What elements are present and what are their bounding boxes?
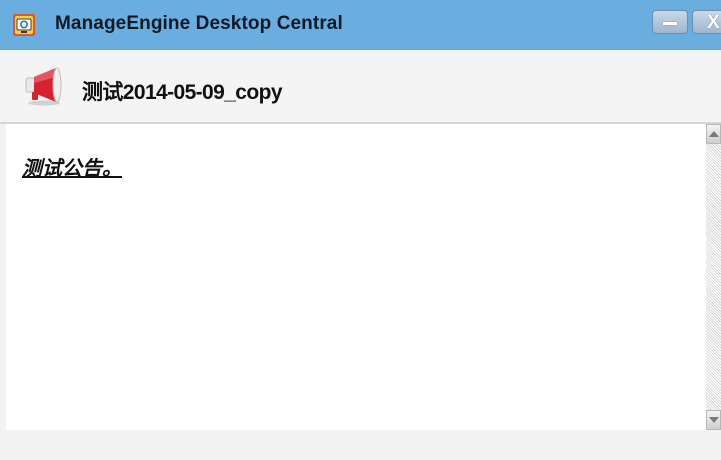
minimize-icon: [663, 22, 677, 25]
vertical-scrollbar[interactable]: [706, 124, 721, 430]
minimize-button[interactable]: [652, 10, 688, 34]
title-bar[interactable]: ManageEngine Desktop Central X: [0, 0, 721, 50]
close-button[interactable]: X: [692, 10, 721, 34]
announcement-body: 测试公告。: [22, 156, 122, 180]
close-icon: X: [707, 12, 720, 33]
scroll-down-button[interactable]: [706, 410, 721, 430]
announcement-window: ManageEngine Desktop Central X 测试2014-05…: [0, 0, 721, 460]
announcement-content: 测试公告。: [6, 124, 706, 430]
scroll-up-button[interactable]: [706, 124, 721, 144]
manageengine-app-icon: [13, 14, 35, 36]
window-footer: [0, 430, 721, 460]
window-title: ManageEngine Desktop Central: [55, 13, 343, 34]
announcement-header: 测试2014-05-09_copy: [0, 50, 721, 122]
megaphone-icon: [24, 65, 68, 107]
announcement-title: 测试2014-05-09_copy: [82, 81, 283, 104]
scroll-down-arrow-icon: [709, 417, 719, 423]
scroll-up-arrow-icon: [709, 131, 719, 137]
